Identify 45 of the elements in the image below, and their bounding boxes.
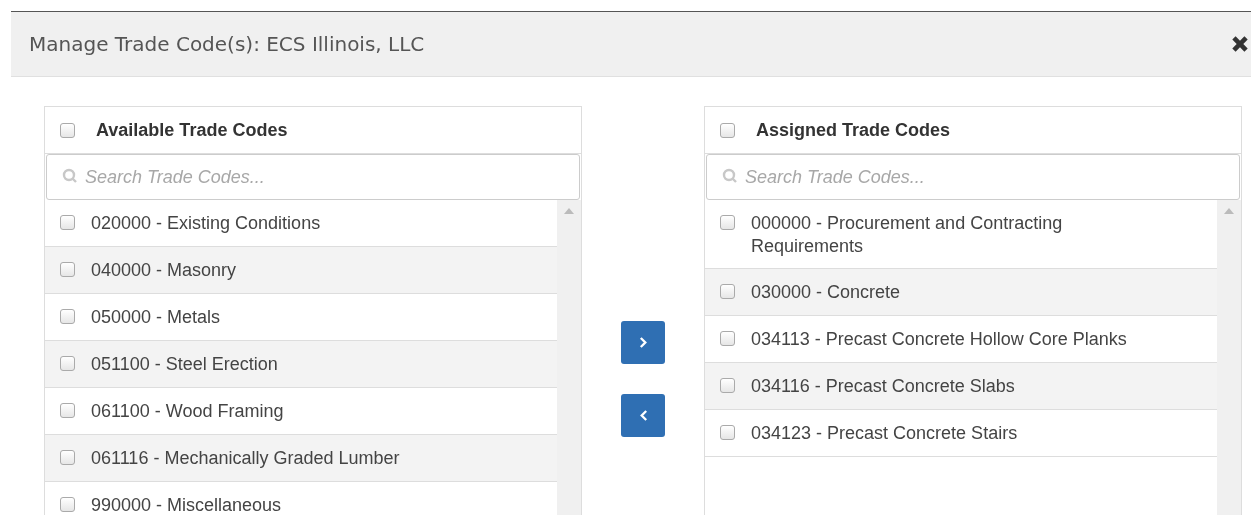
item-checkbox[interactable] bbox=[60, 497, 75, 512]
scrollbar[interactable] bbox=[1217, 200, 1241, 515]
panel-title: Available Trade Codes bbox=[96, 119, 288, 141]
item-label: 040000 - Masonry bbox=[91, 259, 238, 282]
move-left-button[interactable] bbox=[621, 394, 665, 437]
trade-code-item[interactable]: 051100 - Steel Erection bbox=[45, 341, 557, 388]
item-label: 034116 - Precast Concrete Slabs bbox=[751, 375, 1016, 398]
item-checkbox[interactable] bbox=[720, 284, 735, 299]
item-label: 034113 - Precast Concrete Hollow Core Planks bbox=[751, 328, 1128, 351]
trade-code-item[interactable]: 061116 - Mechanically Graded Lumber bbox=[45, 435, 557, 482]
item-checkbox[interactable] bbox=[720, 378, 735, 393]
trade-code-item[interactable]: 034116 - Precast Concrete Slabs bbox=[705, 363, 1217, 410]
item-label: 051100 - Steel Erection bbox=[91, 353, 279, 376]
select-all-checkbox[interactable] bbox=[720, 122, 735, 138]
search-field[interactable]: Search Trade Codes... bbox=[46, 154, 580, 200]
item-label: 000000 - Procurement and Contracting Requirements bbox=[751, 212, 1064, 258]
item-label: 030000 - Concrete bbox=[751, 281, 902, 304]
chevron-right-icon bbox=[638, 336, 648, 349]
item-label: 061116 - Mechanically Graded Lumber bbox=[91, 447, 401, 470]
item-checkbox[interactable] bbox=[720, 331, 735, 346]
item-checkbox[interactable] bbox=[60, 356, 75, 371]
panel-title: Assigned Trade Codes bbox=[756, 119, 951, 141]
item-checkbox[interactable] bbox=[720, 215, 735, 230]
search-field[interactable]: Search Trade Codes... bbox=[706, 154, 1240, 200]
trade-code-item[interactable]: 040000 - Masonry bbox=[45, 247, 557, 294]
item-label: 061100 - Wood Framing bbox=[91, 400, 285, 423]
item-checkbox[interactable] bbox=[60, 403, 75, 418]
item-label: 020000 - Existing Conditions bbox=[91, 212, 322, 235]
scroll-up-icon[interactable] bbox=[564, 208, 574, 214]
item-checkbox[interactable] bbox=[60, 450, 75, 465]
item-checkbox[interactable] bbox=[720, 425, 735, 440]
close-icon[interactable] bbox=[1229, 33, 1251, 55]
trade-code-item[interactable]: 030000 - Concrete bbox=[705, 269, 1217, 316]
move-right-button[interactable] bbox=[621, 321, 665, 364]
scroll-up-icon[interactable] bbox=[1224, 208, 1234, 214]
item-checkbox[interactable] bbox=[60, 309, 75, 324]
item-checkbox[interactable] bbox=[60, 215, 75, 230]
item-label: 990000 - Miscellaneous bbox=[91, 494, 283, 515]
select-all-checkbox[interactable] bbox=[60, 122, 75, 138]
dialog-title: Manage Trade Code(s): ECS Illinois, LLC bbox=[29, 32, 425, 56]
scrollbar[interactable] bbox=[557, 200, 581, 515]
item-label: 034123 - Precast Concrete Stairs bbox=[751, 422, 1019, 445]
item-checkbox[interactable] bbox=[60, 262, 75, 277]
chevron-left-icon bbox=[638, 409, 648, 422]
item-label: 050000 - Metals bbox=[91, 306, 222, 329]
